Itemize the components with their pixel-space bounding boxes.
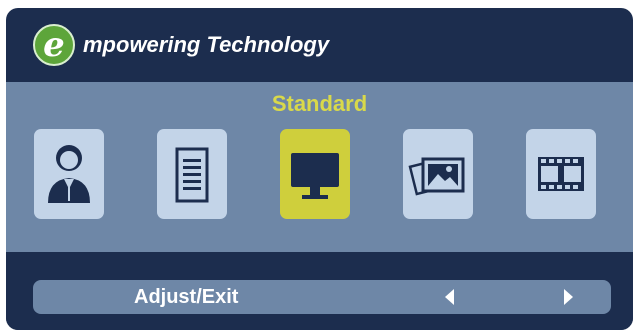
brand-title: mpowering Technology xyxy=(83,32,330,57)
mode-movie-button[interactable] xyxy=(526,129,596,219)
photo-icon xyxy=(408,157,465,196)
mode-graphics-button[interactable] xyxy=(403,129,473,219)
film-icon xyxy=(538,157,584,191)
mode-text-button[interactable] xyxy=(157,129,227,219)
mode-strip: Standard xyxy=(6,82,633,252)
adjust-exit-bar[interactable]: Adjust/Exit xyxy=(33,280,611,314)
triangle-right-icon[interactable] xyxy=(564,289,573,305)
osd-panel: e mpowering Technology Standard Adjust/E… xyxy=(6,8,633,330)
logo-letter: e xyxy=(43,25,65,65)
adjust-exit-label: Adjust/Exit xyxy=(134,286,239,308)
user-icon xyxy=(48,145,90,203)
header: e mpowering Technology xyxy=(6,8,633,82)
triangle-left-icon[interactable] xyxy=(445,289,454,305)
empowering-logo-icon: e xyxy=(33,24,75,66)
mode-user-button[interactable] xyxy=(34,129,104,219)
document-icon xyxy=(175,147,209,203)
current-mode-label: Standard xyxy=(271,91,368,116)
mode-standard-button[interactable] xyxy=(280,129,350,219)
monitor-icon xyxy=(291,153,339,199)
footer: Adjust/Exit xyxy=(6,252,633,330)
